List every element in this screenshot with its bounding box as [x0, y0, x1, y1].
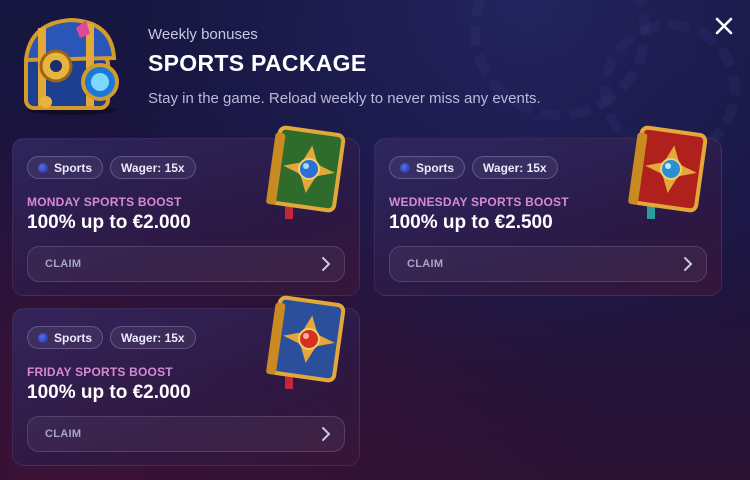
close-button[interactable]: [710, 12, 738, 40]
sports-ball-icon: [400, 162, 410, 173]
sports-tag: Sports: [27, 326, 104, 349]
sports-tag: Sports: [389, 156, 466, 179]
header-subtitle: Weekly bonuses: [148, 26, 258, 43]
sports-tag: Sports: [27, 156, 104, 179]
claim-button-label: CLAIM: [45, 258, 82, 270]
blue-spell-book-icon: [263, 295, 349, 391]
claim-button-label: CLAIM: [407, 258, 444, 270]
bonus-label: WEDNESDAY SPORTS BOOST: [389, 195, 569, 209]
wager-tag: Wager: 15x: [110, 326, 196, 349]
sports-tag-label: Sports: [54, 160, 93, 175]
sports-tag-label: Sports: [416, 160, 455, 175]
wager-tag: Wager: 15x: [110, 156, 196, 179]
header-description: Stay in the game. Reload weekly to never…: [148, 90, 541, 107]
chevron-right-icon: [322, 427, 331, 441]
wager-tag-label: Wager: 15x: [483, 160, 547, 175]
wager-tag-label: Wager: 15x: [121, 160, 185, 175]
claim-button[interactable]: CLAIM: [27, 246, 345, 282]
green-spell-book-icon: [263, 125, 349, 221]
chevron-right-icon: [684, 257, 693, 271]
close-icon: [715, 17, 733, 35]
claim-button-label: CLAIM: [45, 428, 82, 440]
bonus-card-wednesday: Sports Wager: 15x WEDNESDAY SPORTS BOOST…: [374, 125, 722, 296]
bonus-label: FRIDAY SPORTS BOOST: [27, 365, 173, 379]
sports-ball-icon: [38, 162, 48, 173]
red-spell-book-icon: [625, 125, 711, 221]
page-title: SPORTS PACKAGE: [148, 50, 367, 76]
bonus-label: MONDAY SPORTS BOOST: [27, 195, 182, 209]
bonus-amount: 100% up to €2.500: [389, 212, 553, 233]
bonus-amount: 100% up to €2.000: [27, 382, 191, 403]
claim-button[interactable]: CLAIM: [389, 246, 707, 282]
treasure-chest-icon: [16, 10, 124, 118]
bonus-card-friday: Sports Wager: 15x FRIDAY SPORTS BOOST 10…: [12, 295, 360, 466]
chevron-right-icon: [322, 257, 331, 271]
wager-tag-label: Wager: 15x: [121, 330, 185, 345]
sports-ball-icon: [38, 332, 48, 343]
wager-tag: Wager: 15x: [472, 156, 558, 179]
bonus-amount: 100% up to €2.000: [27, 212, 191, 233]
claim-button[interactable]: CLAIM: [27, 416, 345, 452]
bonus-card-monday: Sports Wager: 15x MONDAY SPORTS BOOST 10…: [12, 125, 360, 296]
sports-tag-label: Sports: [54, 330, 93, 345]
